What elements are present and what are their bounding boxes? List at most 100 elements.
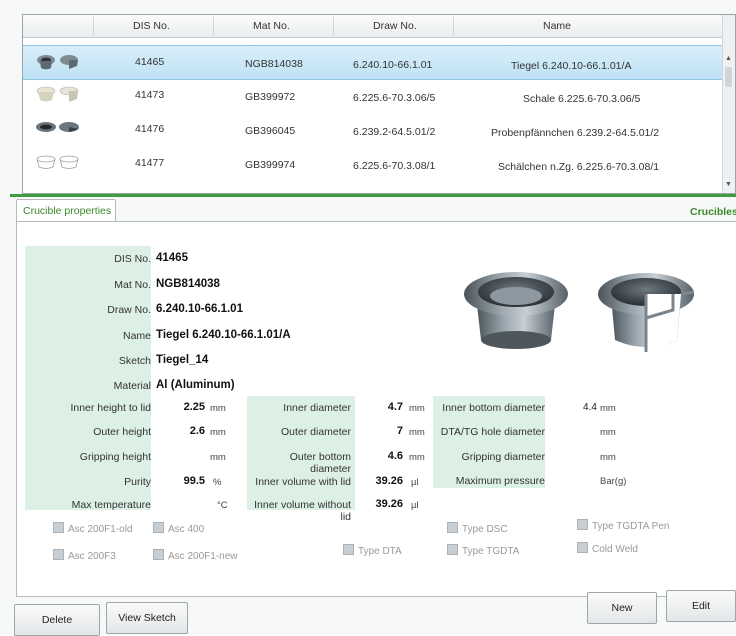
draw-value: 6.240.10-66.1.01 xyxy=(156,303,243,315)
dim-value: 4.6 xyxy=(387,450,403,462)
column-header-mat[interactable]: Mat No. xyxy=(253,20,290,32)
table-row[interactable]: 41473 GB399972 6.225.6-70.3.06/5 Schale … xyxy=(23,79,723,112)
dim-label: Inner height to lid xyxy=(70,402,151,414)
dim-unit: mm xyxy=(600,452,616,463)
row-name: Tiegel 6.240.10-66.1.01/A xyxy=(511,60,632,72)
row-mat: NGB814038 xyxy=(245,58,303,70)
checkbox-icon xyxy=(447,544,458,555)
dim-unit: mm xyxy=(210,403,226,414)
table-row[interactable]: 41476 GB396045 6.239.2-64.5.01/2 Probenp… xyxy=(23,113,723,146)
dim-unit: µl xyxy=(411,500,419,511)
column-header-dis[interactable]: DIS No. xyxy=(133,20,170,32)
dim-label: Outer bottom diameter xyxy=(289,451,351,475)
tab-crucibles[interactable]: Crucibles xyxy=(690,206,736,218)
dim-value: 39.26 xyxy=(375,475,403,487)
dim-label: Gripping diameter xyxy=(461,451,545,463)
row-name: Probenpfännchen 6.239.2-64.5.01/2 xyxy=(491,127,660,139)
crucible-thumbnail-icon xyxy=(36,122,79,132)
new-button[interactable]: New xyxy=(587,592,657,624)
checkbox-asc400[interactable]: Asc 400 xyxy=(153,522,204,535)
dim-label: Outer height xyxy=(93,426,151,438)
sketch-label: Sketch xyxy=(118,355,151,367)
dim-value: 2.6 xyxy=(189,425,205,437)
row-dis: 41465 xyxy=(135,56,165,68)
table-row[interactable]: 41465 NGB814038 6.240.10-66.1.01 Tiegel … xyxy=(23,45,723,80)
checkbox-icon xyxy=(153,522,164,533)
dim-unit: mm xyxy=(210,452,226,463)
checkbox-cold-weld[interactable]: Cold Weld xyxy=(577,542,638,555)
checkbox-label: Asc 400 xyxy=(168,524,205,535)
checkbox-label: Type DTA xyxy=(358,546,402,557)
column-header-name[interactable]: Name xyxy=(543,20,571,32)
checkbox-icon xyxy=(53,549,64,560)
crucible-list-header: DIS No. Mat No. Draw No. Name xyxy=(23,15,723,38)
dim-unit: °C xyxy=(217,500,228,511)
row-draw: 6.225.6-70.3.08/1 xyxy=(353,160,436,172)
checkbox-label: Cold Weld xyxy=(592,544,638,555)
checkbox-label: Asc 200F3 xyxy=(68,551,116,562)
scroll-down-icon[interactable]: ▼ xyxy=(725,181,732,188)
row-dis: 41476 xyxy=(135,123,165,135)
dim-label: Inner bottom diameter xyxy=(442,402,545,414)
checkbox-label: Type TGDTA Pen xyxy=(592,521,670,532)
dim-label: Inner diameter xyxy=(283,402,351,414)
dim-label: Purity xyxy=(124,476,151,488)
crucible-thumbnail-icon xyxy=(36,86,79,102)
crucible-thumbnail-icon xyxy=(37,55,78,70)
checkbox-asc200f1-new[interactable]: Asc 200F1-new xyxy=(153,549,237,562)
dim-unit: mm xyxy=(409,427,425,438)
dim-value: 7 xyxy=(396,425,403,437)
checkbox-icon xyxy=(577,542,588,553)
checkbox-label: Asc 200F1-new xyxy=(168,551,238,562)
checkbox-label: Type DSC xyxy=(462,524,508,535)
checkbox-asc200f1-old[interactable]: Asc 200F1-old xyxy=(53,522,132,535)
crucible-properties-panel: DIS No. 41465 Mat No. NGB814038 Draw No.… xyxy=(16,221,736,597)
crucible-list[interactable]: DIS No. Mat No. Draw No. Name 41465 NGB8… xyxy=(22,14,736,194)
sketch-value: Tiegel_14 xyxy=(156,354,209,366)
dim-unit: Bar(g) xyxy=(600,476,627,487)
mat-label: Mat No. xyxy=(114,279,151,291)
checkbox-asc200f3[interactable]: Asc 200F3 xyxy=(53,549,116,562)
checkbox-type-tgdta[interactable]: Type TGDTA xyxy=(447,544,519,557)
row-dis: 41477 xyxy=(135,157,165,169)
row-mat: GB399972 xyxy=(245,91,296,103)
dim-label: Inner volume without lid xyxy=(254,499,351,523)
dis-value: 41465 xyxy=(156,252,188,264)
checkbox-type-tgdta-pen[interactable]: Type TGDTA Pen xyxy=(577,519,669,532)
material-label: Material xyxy=(113,380,151,392)
dim-value: 39.26 xyxy=(375,498,403,510)
vertical-scrollbar[interactable]: ▲ ▼ xyxy=(722,15,735,193)
checkbox-type-dta[interactable]: Type DTA xyxy=(343,544,402,557)
row-draw: 6.225.6-70.3.06/5 xyxy=(353,92,436,104)
checkbox-type-dsc[interactable]: Type DSC xyxy=(447,522,508,535)
dim-unit: µl xyxy=(411,477,419,488)
row-draw: 6.239.2-64.5.01/2 xyxy=(353,126,436,138)
dim-unit: mm xyxy=(600,427,616,438)
name-label: Name xyxy=(122,330,151,342)
table-row[interactable]: 41477 GB399974 6.225.6-70.3.08/1 Schälch… xyxy=(23,147,723,180)
delete-button[interactable]: Delete xyxy=(14,604,100,636)
edit-button[interactable]: Edit xyxy=(666,590,736,622)
dis-label: DIS No. xyxy=(114,253,151,265)
dim-unit: mm xyxy=(409,403,425,414)
scroll-thumb[interactable] xyxy=(725,67,732,87)
tab-crucible-properties[interactable]: Crucible properties xyxy=(16,199,116,221)
dim-label: DTA/TG hole diameter xyxy=(440,426,545,438)
view-sketch-button[interactable]: View Sketch xyxy=(106,602,188,634)
material-value: Al (Aluminum) xyxy=(156,379,235,391)
scroll-up-icon[interactable]: ▲ xyxy=(725,55,732,62)
checkbox-label: Type TGDTA xyxy=(462,546,520,557)
dim-label: Max temperature xyxy=(71,499,151,511)
separator-line xyxy=(10,194,736,197)
row-draw: 6.240.10-66.1.01 xyxy=(353,59,433,71)
column-header-draw[interactable]: Draw No. xyxy=(373,20,417,32)
dim-value: 4.7 xyxy=(387,401,403,413)
crucible-database-window: DIS No. Mat No. Draw No. Name 41465 NGB8… xyxy=(0,0,736,636)
checkbox-icon xyxy=(447,522,458,533)
name-value: Tiegel 6.240.10-66.1.01/A xyxy=(156,329,291,341)
mat-value: NGB814038 xyxy=(156,278,220,290)
row-name: Schale 6.225.6-70.3.06/5 xyxy=(523,93,641,105)
row-mat: GB399974 xyxy=(245,159,296,171)
dim-value: 99.5 xyxy=(183,475,205,487)
dim-label: Maximum pressure xyxy=(455,475,545,487)
